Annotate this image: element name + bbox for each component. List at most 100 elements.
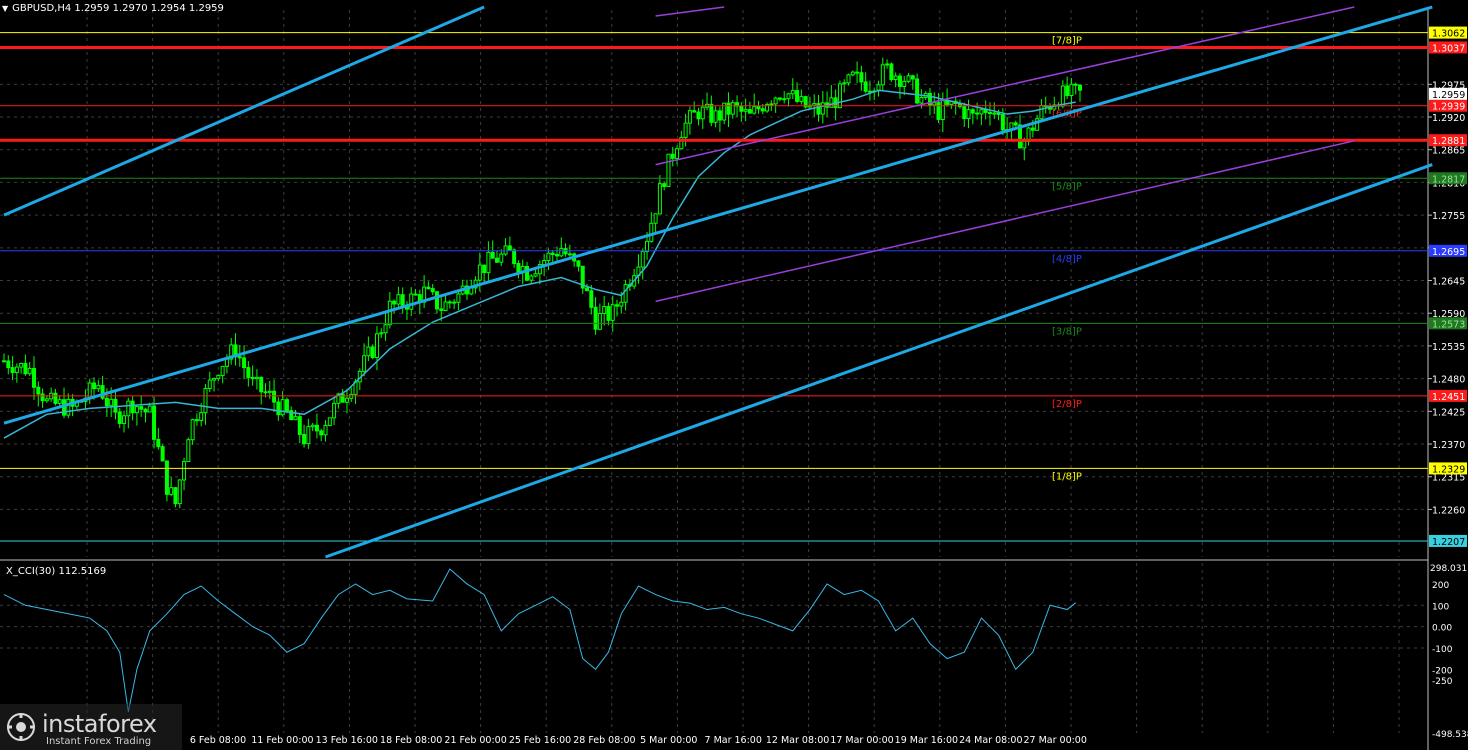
logo-name: instaforex	[42, 710, 157, 738]
candle-body	[666, 153, 671, 188]
candle-body	[117, 411, 122, 424]
candle-body	[259, 376, 264, 393]
candle-body	[263, 391, 268, 394]
candle-body	[992, 112, 997, 115]
trading-chart: 1.29751.29201.28651.28101.27551.27001.26…	[0, 0, 1468, 750]
candle-body	[173, 487, 178, 505]
candle-body	[670, 153, 675, 159]
candle-body	[885, 63, 890, 66]
candle-body	[362, 355, 367, 372]
candle-body	[602, 306, 607, 315]
price-tick-label: 1.2260	[1432, 505, 1465, 516]
candle-body	[203, 388, 208, 414]
candle-body	[524, 265, 529, 281]
candle-body	[53, 392, 58, 404]
candle-body	[747, 109, 752, 114]
candle-body	[795, 90, 800, 102]
candle-body	[936, 102, 941, 120]
candle-body	[880, 64, 885, 86]
time-tick-label: 13 Feb 16:00	[316, 735, 378, 746]
candle-body	[542, 260, 547, 266]
candle-body	[447, 301, 452, 304]
candle-body	[147, 405, 152, 413]
price-level-label: 1.3037	[1432, 43, 1465, 54]
price-level-label: 1.2207	[1432, 537, 1465, 548]
price-tick-label: 1.2535	[1432, 342, 1465, 353]
candle-body	[40, 393, 45, 402]
candle-body	[32, 367, 37, 388]
murrey-label: [3/8]P	[1052, 326, 1082, 337]
murrey-label: [7/8]P	[1052, 36, 1082, 47]
candle-body	[979, 109, 984, 115]
candle-body	[272, 390, 277, 403]
candle-body	[889, 63, 894, 81]
price-tick-label: 1.2755	[1432, 211, 1465, 222]
price-chart-svg[interactable]: 1.29751.29201.28651.28101.27551.27001.26…	[0, 0, 1468, 750]
candle-body	[242, 357, 247, 369]
candle-body	[23, 362, 28, 375]
candle-body	[863, 81, 868, 92]
candle-body	[859, 72, 864, 83]
candle-body	[92, 382, 97, 390]
candle-body	[212, 378, 217, 381]
candle-body	[374, 333, 379, 359]
candle-body	[996, 112, 1001, 115]
candle-body	[396, 294, 401, 305]
candle-body	[306, 426, 311, 445]
candle-body	[975, 112, 980, 115]
time-tick-label: 7 Mar 16:00	[705, 735, 762, 746]
candle-body	[14, 366, 19, 374]
candle-body	[816, 103, 821, 115]
candle-body	[177, 479, 182, 505]
time-tick-label: 18 Feb 08:00	[380, 735, 442, 746]
price-tick-label: 1.2865	[1432, 146, 1465, 157]
candle-body	[366, 346, 371, 357]
candle-body	[902, 80, 907, 87]
candle-body	[619, 301, 624, 307]
murrey-label: [4/8]P	[1052, 254, 1082, 265]
candle-body	[409, 293, 414, 310]
price-level-label: 1.2939	[1432, 102, 1465, 113]
cci-indicator-header: X_CCI(30) 112.5169	[6, 566, 107, 577]
candle-body	[567, 253, 572, 256]
candle-body	[452, 301, 457, 304]
candle-body	[773, 97, 778, 105]
murrey-label: [5/8]P	[1052, 181, 1082, 192]
candle-body	[593, 306, 598, 330]
brand-watermark: instaforex Instant Forex Trading	[0, 704, 182, 750]
candle-body	[169, 487, 174, 495]
candle-body	[752, 106, 757, 114]
time-tick-label: 17 Mar 00:00	[830, 735, 893, 746]
price-level-label: 1.2451	[1432, 392, 1465, 403]
candle-body	[777, 97, 782, 100]
candle-body	[237, 356, 242, 359]
candle-body	[1065, 85, 1070, 97]
cci-scale-top: 298.0311	[1430, 564, 1468, 574]
candle-body	[606, 306, 611, 321]
candle-body	[640, 251, 645, 268]
candle-body	[769, 103, 774, 106]
candle-body	[156, 438, 161, 448]
candle-body	[910, 75, 915, 80]
time-tick-label: 25 Feb 16:00	[509, 735, 571, 746]
symbol-header: ▼ GBPUSD,H4 1.2959 1.2970 1.2954 1.2959	[2, 3, 224, 14]
dropdown-triangle-icon[interactable]: ▼	[2, 4, 8, 13]
candle-body	[310, 424, 315, 428]
candle-body	[799, 96, 804, 102]
candle-body	[224, 358, 229, 367]
candle-body	[1069, 83, 1074, 97]
candle-body	[649, 222, 654, 242]
candle-body	[906, 75, 911, 82]
candle-body	[297, 416, 302, 435]
candle-body	[919, 97, 924, 104]
candle-body	[1073, 83, 1078, 86]
candle-body	[327, 417, 332, 426]
candle-body	[314, 424, 319, 432]
candle-body	[387, 300, 392, 326]
candle-body	[683, 122, 688, 138]
candle-body	[940, 100, 945, 120]
candle-body	[842, 82, 847, 85]
last-price-label: 1.2959	[1432, 90, 1465, 101]
candle-body	[850, 71, 855, 76]
time-tick-label: 19 Mar 16:00	[895, 735, 958, 746]
